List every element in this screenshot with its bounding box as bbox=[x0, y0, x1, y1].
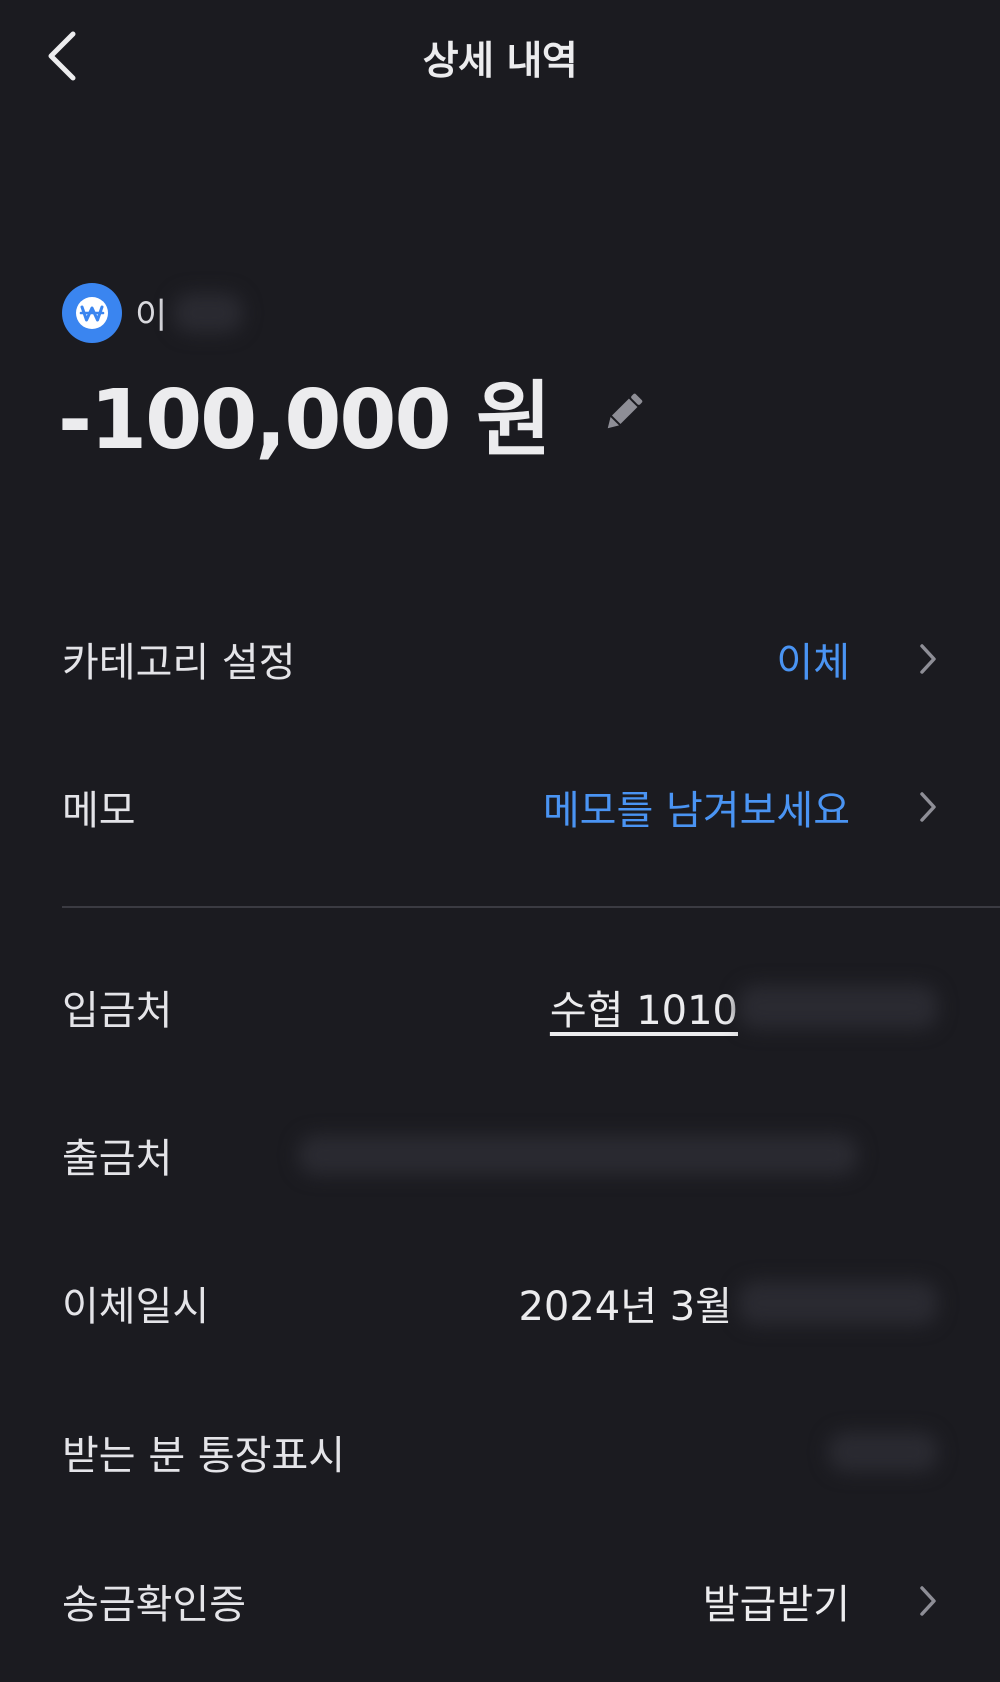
memo-value[interactable]: 메모를 남겨보세요 bbox=[543, 778, 850, 836]
account-name: 이 bbox=[135, 296, 168, 337]
chevron-right-icon bbox=[894, 642, 938, 676]
category-label: 카테고리 설정 bbox=[62, 640, 296, 686]
won-icon bbox=[62, 283, 122, 343]
edit-amount-button[interactable] bbox=[596, 384, 652, 440]
redacted-account-name bbox=[173, 293, 244, 333]
header: 상세 내역 bbox=[0, 0, 1000, 112]
section-divider bbox=[62, 906, 1000, 908]
redacted-datetime bbox=[738, 1281, 938, 1325]
account-line: 이 bbox=[62, 282, 244, 344]
withdraw-from-row: 출금처 bbox=[62, 1115, 938, 1195]
withdraw-from-label: 출금처 bbox=[62, 1136, 173, 1182]
redacted-account-number bbox=[738, 985, 938, 1029]
pencil-icon bbox=[607, 393, 642, 429]
category-value[interactable]: 이체 bbox=[776, 630, 850, 688]
chevron-right-icon bbox=[894, 790, 938, 824]
transfer-datetime-label: 이체일시 bbox=[62, 1284, 210, 1330]
deposit-to-label: 입금처 bbox=[62, 988, 173, 1034]
receipt-label: 송금확인증 bbox=[62, 1582, 246, 1628]
transfer-datetime-value: 2024년 3월 bbox=[518, 1284, 732, 1330]
chevron-right-icon bbox=[894, 1584, 938, 1618]
recipient-display-label: 받는 분 통장표시 bbox=[62, 1433, 346, 1479]
category-row[interactable]: 카테고리 설정 이체 bbox=[62, 619, 938, 699]
memo-label: 메모 bbox=[62, 788, 136, 834]
transfer-datetime-row: 이체일시 2024년 3월 bbox=[62, 1263, 938, 1343]
deposit-to-row: 입금처 수협 1010 bbox=[62, 967, 938, 1047]
amount-line: -100,000 원 bbox=[58, 362, 652, 468]
redacted-withdraw-account bbox=[298, 1135, 858, 1175]
receipt-value[interactable]: 발급받기 bbox=[703, 1572, 850, 1630]
recipient-display-row: 받는 분 통장표시 bbox=[62, 1412, 938, 1492]
receipt-row[interactable]: 송금확인증 발급받기 bbox=[62, 1561, 938, 1641]
redacted-recipient-display bbox=[828, 1432, 938, 1472]
deposit-to-value[interactable]: 수협 1010 bbox=[550, 978, 738, 1036]
transaction-amount: -100,000 원 bbox=[58, 372, 552, 468]
memo-row[interactable]: 메모 메모를 남겨보세요 bbox=[62, 767, 938, 847]
page-title: 상세 내역 bbox=[422, 39, 578, 84]
